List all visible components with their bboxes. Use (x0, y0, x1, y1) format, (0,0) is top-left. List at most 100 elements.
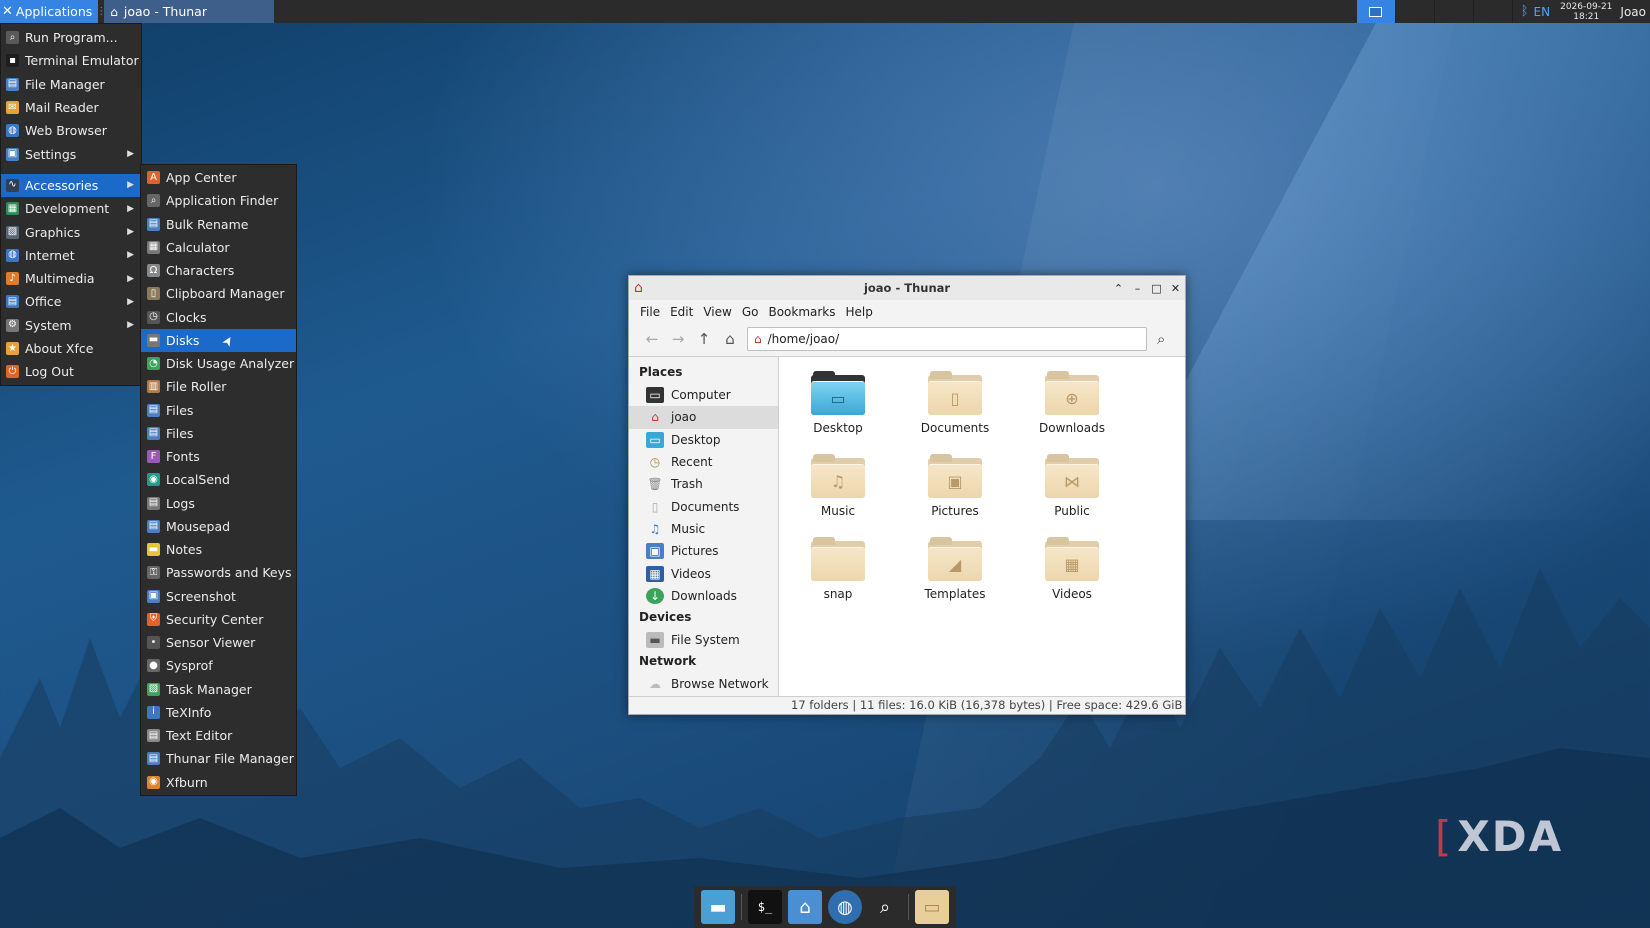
folder-music[interactable]: ♫ Music (783, 454, 893, 518)
sidebar-item-videos[interactable]: ▦ Videos (629, 562, 778, 584)
menu-item-internet[interactable]: ◍ Internet ▶ (1, 244, 141, 267)
close-button[interactable]: ✕ (1166, 282, 1185, 295)
menu-item-about-xfce[interactable]: ★ About Xfce (1, 337, 141, 360)
web-browser-icon[interactable]: ◍ (828, 890, 862, 924)
sidebar-item-recent[interactable]: ◷ Recent (629, 451, 778, 473)
menu-help[interactable]: Help (846, 305, 873, 319)
workspace-3[interactable] (1435, 0, 1474, 23)
menu-edit[interactable]: Edit (670, 305, 693, 319)
home-icon[interactable]: ⌂ (717, 326, 743, 352)
menu-item-bulk-rename[interactable]: ▤ Bulk Rename (141, 213, 296, 236)
menu-item-screenshot[interactable]: ▣ Screenshot (141, 585, 296, 608)
menu-item-label: Xfburn (166, 774, 208, 790)
menu-item-mail-reader[interactable]: ✉ Mail Reader (1, 96, 141, 119)
submenu-arrow-icon: ▶ (127, 203, 134, 214)
search-icon[interactable]: ⌕ (1157, 330, 1165, 348)
menu-item-thunar-file-manager[interactable]: ▤ Thunar File Manager (141, 747, 296, 770)
menu-item-run-program[interactable]: ⌕ Run Program... (1, 26, 141, 49)
sidebar-item-browse-network[interactable]: ☁ Browse Network (629, 673, 778, 695)
menu-item-files[interactable]: ▤ Files (141, 399, 296, 422)
shade-button[interactable]: ⌃ (1109, 282, 1128, 295)
menu-item-xfburn[interactable]: ◉ Xfburn (141, 771, 296, 794)
menu-go[interactable]: Go (742, 305, 759, 319)
menu-item-system[interactable]: ⚙ System ▶ (1, 314, 141, 337)
folder-desktop[interactable]: ▭ Desktop (783, 371, 893, 435)
folder-downloads[interactable]: ⊕ Downloads (1017, 371, 1127, 435)
menu-item-clipboard-manager[interactable]: ▯ Clipboard Manager (141, 282, 296, 305)
sidebar-item-joao[interactable]: ⌂ joao (629, 406, 778, 429)
folder-icon[interactable]: ▭ (915, 890, 949, 924)
menu-item-text-editor[interactable]: ▤ Text Editor (141, 724, 296, 747)
sidebar-item-downloads[interactable]: ↓ Downloads (629, 585, 778, 607)
sidebar-item-computer[interactable]: ▭ Computer (629, 384, 778, 406)
menu-item-mousepad[interactable]: ▤ Mousepad (141, 515, 296, 538)
menu-item-terminal-emulator[interactable]: ▪ Terminal Emulator (1, 49, 141, 72)
menu-item-localsend[interactable]: ◉ LocalSend (141, 468, 296, 491)
menu-item-file-manager[interactable]: ▤ File Manager (1, 73, 141, 96)
maximize-button[interactable]: □ (1147, 282, 1166, 295)
menu-item-sysprof[interactable]: ● Sysprof (141, 654, 296, 677)
workspace-4[interactable] (1474, 0, 1513, 23)
thunar-window: ⌂ joao - Thunar ⌃ – □ ✕ File Edit View G… (628, 275, 1186, 715)
menu-item-calculator[interactable]: ▦ Calculator (141, 236, 296, 259)
menu-item-security-center[interactable]: ⛨ Security Center (141, 608, 296, 631)
forward-arrow-icon[interactable]: → (665, 326, 691, 352)
folder-documents[interactable]: ▯ Documents (900, 371, 1010, 435)
menu-item-logs[interactable]: ▤ Logs (141, 492, 296, 515)
menu-item-application-finder[interactable]: ⌕ Application Finder (141, 189, 296, 212)
home-folder-icon[interactable]: ⌂ (788, 890, 822, 924)
window-titlebar[interactable]: ⌂ joao - Thunar ⌃ – □ ✕ (629, 276, 1185, 300)
user-name[interactable]: Joao (1620, 5, 1646, 19)
taskbar-thunar-button[interactable]: ⌂ joao - Thunar (104, 0, 275, 23)
menu-item-log-out[interactable]: ⏻ Log Out (1, 360, 141, 383)
location-bar[interactable]: ⌂ /home/joao/ (747, 327, 1147, 351)
thunar-icon: ▤ (147, 752, 160, 766)
sidebar-item-pictures[interactable]: ▣ Pictures (629, 540, 778, 562)
menu-item-characters[interactable]: Ω Characters (141, 259, 296, 282)
menu-item-web-browser[interactable]: ◍ Web Browser (1, 119, 141, 142)
menu-item-office[interactable]: ▤ Office ▶ (1, 290, 141, 313)
minimize-button[interactable]: – (1128, 282, 1147, 295)
terminal-icon[interactable]: $_ (748, 890, 782, 924)
clock[interactable]: 2026-09-21 18:21 (1560, 2, 1612, 22)
menu-item-notes[interactable]: ▬ Notes (141, 538, 296, 561)
folder-public[interactable]: ⋈ Public (1017, 454, 1127, 518)
menu-item-app-center[interactable]: A App Center (141, 166, 296, 189)
menu-item-sensor-viewer[interactable]: • Sensor Viewer (141, 631, 296, 654)
menu-item-development[interactable]: ▦ Development ▶ (1, 197, 141, 220)
back-arrow-icon[interactable]: ← (639, 326, 665, 352)
menu-item-graphics[interactable]: ▧ Graphics ▶ (1, 220, 141, 243)
sidebar-item-desktop[interactable]: ▭ Desktop (629, 429, 778, 451)
sidebar-item-music[interactable]: ♫ Music (629, 518, 778, 540)
show-desktop-icon[interactable]: ▬ (701, 890, 735, 924)
menu-item-clocks[interactable]: ◷ Clocks (141, 306, 296, 329)
folder-templates[interactable]: ◢ Templates (900, 537, 1010, 601)
menu-item-files[interactable]: ▤ Files (141, 422, 296, 445)
workspace-2[interactable] (1396, 0, 1435, 23)
up-arrow-icon[interactable]: ↑ (691, 326, 717, 352)
sidebar-item-trash[interactable]: 🗑 Trash (629, 473, 778, 495)
menu-item-disks[interactable]: ▬ Disks ➤ (141, 328, 296, 352)
menu-item-accessories[interactable]: ∿ Accessories ▶ (1, 173, 141, 198)
menu-file[interactable]: File (640, 305, 660, 319)
folder-videos[interactable]: ▦ Videos (1017, 537, 1127, 601)
workspace-1[interactable] (1356, 0, 1396, 23)
applications-menu-button[interactable]: ✕ Applications (0, 0, 99, 23)
menu-item-fonts[interactable]: F Fonts (141, 445, 296, 468)
menu-item-passwords-and-keys[interactable]: ⚿ Passwords and Keys (141, 561, 296, 584)
folder-pictures[interactable]: ▣ Pictures (900, 454, 1010, 518)
menu-item-texinfo[interactable]: i TeXInfo (141, 701, 296, 724)
menu-item-disk-usage-analyzer[interactable]: ◔ Disk Usage Analyzer (141, 352, 296, 375)
sidebar-item-documents[interactable]: ▯ Documents (629, 495, 778, 517)
menu-item-task-manager[interactable]: ▧ Task Manager (141, 678, 296, 701)
menu-bookmarks[interactable]: Bookmarks (768, 305, 835, 319)
menu-item-multimedia[interactable]: ♪ Multimedia ▶ (1, 267, 141, 290)
sidebar-item-file-system[interactable]: ▬ File System (629, 629, 778, 651)
app-finder-icon[interactable]: ⌕ (868, 890, 902, 924)
folder-snap[interactable]: snap (783, 537, 893, 601)
menu-view[interactable]: View (703, 305, 731, 319)
menu-item-settings[interactable]: ▣ Settings ▶ (1, 142, 141, 165)
menu-item-file-roller[interactable]: ▥ File Roller (141, 375, 296, 398)
bluetooth-icon[interactable]: ᛒ (1521, 4, 1529, 19)
keyboard-layout[interactable]: EN (1534, 5, 1551, 19)
